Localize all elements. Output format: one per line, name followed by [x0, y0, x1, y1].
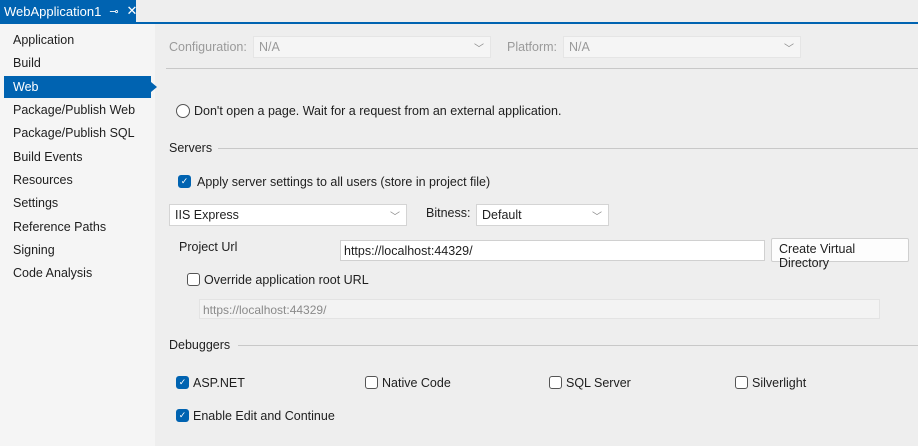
- sidebar-item-signing[interactable]: Signing: [4, 239, 151, 261]
- sql-server-checkbox[interactable]: [549, 376, 562, 389]
- configuration-select[interactable]: N/A ﹀: [253, 36, 491, 58]
- chevron-down-icon: ﹀: [784, 44, 794, 55]
- native-code-label: Native Code: [382, 376, 451, 390]
- sidebar-item-code-analysis[interactable]: Code Analysis: [4, 262, 151, 284]
- apply-all-users-label: Apply server settings to all users (stor…: [197, 175, 491, 189]
- tab-webapplication1[interactable]: WebApplication1 ⊸ ✕: [0, 0, 138, 22]
- platform-select[interactable]: N/A ﹀: [563, 36, 801, 58]
- close-icon[interactable]: ✕: [127, 3, 138, 19]
- debuggers-heading: Debuggers: [169, 338, 231, 352]
- edit-continue-checkbox[interactable]: ✓: [176, 409, 189, 422]
- sidebar-item-web[interactable]: Web: [4, 76, 157, 98]
- project-url-input[interactable]: https://localhost:44329/: [340, 240, 765, 261]
- configuration-label: Configuration:: [169, 40, 247, 54]
- sidebar-item-application[interactable]: Application: [4, 29, 151, 51]
- pin-icon[interactable]: ⊸: [109, 5, 118, 18]
- sidebar-item-build[interactable]: Build: [4, 52, 151, 74]
- tab-title: WebApplication1: [4, 3, 102, 19]
- aspnet-checkbox[interactable]: ✓: [176, 376, 189, 389]
- project-url-label: Project Url: [179, 240, 238, 254]
- divider: [238, 345, 918, 346]
- chevron-down-icon: ﹀: [474, 44, 484, 55]
- platform-value: N/A: [569, 40, 590, 54]
- native-code-checkbox[interactable]: [365, 376, 378, 389]
- document-tab-bar: WebApplication1 ⊸ ✕: [0, 0, 918, 24]
- apply-all-users-checkbox[interactable]: ✓: [178, 175, 191, 188]
- sidebar-item-resources[interactable]: Resources: [4, 169, 151, 191]
- bitness-value: Default: [482, 208, 522, 222]
- override-root-url-checkbox[interactable]: [187, 273, 200, 286]
- server-select[interactable]: IIS Express ﹀: [169, 204, 407, 226]
- dont-open-label: Don't open a page. Wait for a request fr…: [194, 104, 562, 118]
- silverlight-label: Silverlight: [752, 376, 807, 390]
- sidebar: Application Build Web Package/Publish We…: [0, 24, 157, 446]
- servers-heading: Servers: [169, 141, 213, 155]
- override-root-url-input[interactable]: https://localhost:44329/: [199, 299, 880, 319]
- create-virtual-directory-button[interactable]: Create Virtual Directory: [771, 238, 909, 270]
- sidebar-item-settings[interactable]: Settings: [4, 192, 151, 214]
- chevron-down-icon: ﹀: [592, 212, 602, 223]
- divider: [218, 148, 918, 149]
- override-root-url-label: Override application root URL: [204, 273, 369, 287]
- divider: [166, 68, 918, 69]
- dont-open-radio[interactable]: [176, 104, 190, 118]
- sql-server-label: SQL Server: [566, 376, 631, 390]
- project-url-value: https://localhost:44329/: [344, 244, 473, 258]
- bitness-label: Bitness:: [426, 206, 471, 220]
- aspnet-label: ASP.NET: [193, 376, 245, 390]
- checkmark-icon: ✓: [178, 410, 187, 420]
- sidebar-item-package-publish-sql[interactable]: Package/Publish SQL: [4, 122, 151, 144]
- override-root-url-value: https://localhost:44329/: [203, 303, 327, 317]
- server-value: IIS Express: [175, 208, 239, 222]
- configuration-value: N/A: [259, 40, 280, 54]
- edit-continue-label: Enable Edit and Continue: [193, 409, 335, 423]
- chevron-down-icon: ﹀: [390, 212, 400, 223]
- sidebar-item-reference-paths[interactable]: Reference Paths: [4, 216, 151, 238]
- checkmark-icon: ✓: [180, 176, 189, 186]
- sidebar-item-build-events[interactable]: Build Events: [4, 146, 151, 168]
- silverlight-checkbox[interactable]: [735, 376, 748, 389]
- platform-label: Platform:: [507, 40, 558, 54]
- sidebar-item-package-publish-web[interactable]: Package/Publish Web: [4, 99, 151, 121]
- checkmark-icon: ✓: [178, 377, 187, 387]
- bitness-select[interactable]: Default ﹀: [476, 204, 609, 226]
